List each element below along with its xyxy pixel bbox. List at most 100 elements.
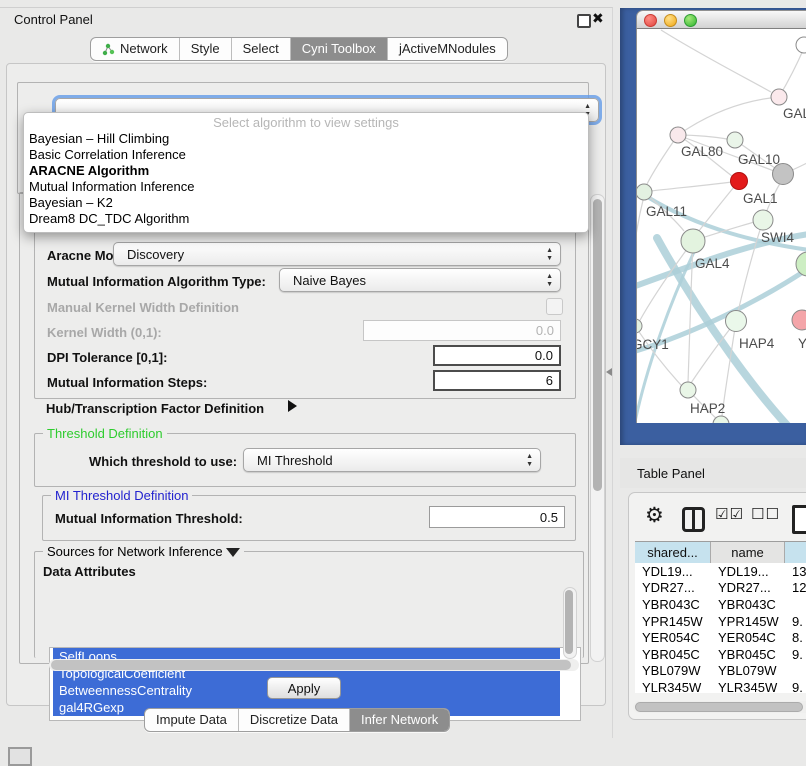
network-view-canvas[interactable]: GALGAL80GAL10GAL1GAL11SWI4GAL4GCY1HAP4YH…	[636, 29, 806, 423]
network-node-gal10[interactable]	[727, 132, 743, 148]
tab-style[interactable]: Style	[180, 38, 232, 60]
table-header-row: shared...name	[635, 541, 806, 564]
tab-cyni-toolbox[interactable]: Cyni Toolbox	[291, 38, 388, 60]
mi-type-value: Naive Bayes	[293, 273, 366, 288]
tab-discretize-data[interactable]: Discretize Data	[239, 709, 350, 731]
splitter-collapse-icon[interactable]	[606, 368, 612, 376]
network-node-hap2[interactable]	[680, 382, 696, 398]
attributes-vscrollbar[interactable]	[563, 587, 577, 659]
algorithm-option[interactable]: Bayesian – K2	[24, 195, 588, 211]
deselect-all-checks-icon[interactable]: ☐☐	[751, 505, 780, 523]
threshold-definition-title: Threshold Definition	[43, 426, 167, 441]
kernel-width-field[interactable]: 0.0	[363, 320, 561, 341]
network-node-gal80[interactable]	[670, 127, 686, 143]
network-node[interactable]	[796, 37, 806, 53]
network-node[interactable]	[796, 252, 806, 276]
control-panel-title: Control Panel	[14, 12, 93, 27]
table-row[interactable]: YLR345WYLR345W9.	[635, 679, 806, 693]
table-cell: YLR345W	[711, 680, 785, 693]
table-cell: YDL19...	[711, 564, 785, 579]
network-node-label: GAL4	[695, 256, 730, 271]
zoom-window-icon[interactable]	[684, 14, 697, 27]
column-header[interactable]: shared...	[635, 542, 711, 563]
algorithm-option[interactable]: Basic Correlation Inference	[24, 147, 588, 163]
gear-icon[interactable]: ⚙	[645, 503, 664, 528]
table-body[interactable]: YDL19...YDL19...13YDR27...YDR27...12YBR0…	[635, 563, 806, 693]
algorithm-option[interactable]: Bayesian – Hill Climbing	[24, 131, 588, 147]
tab-jactivemnodules[interactable]: jActiveMNodules	[388, 38, 507, 60]
algorithm-option[interactable]: Dream8 DC_TDC Algorithm	[24, 211, 588, 227]
aracne-mode-value: Discovery	[127, 247, 184, 262]
table-cell: YBR043C	[635, 597, 711, 612]
close-window-icon[interactable]	[644, 14, 657, 27]
algorithm-option[interactable]: Mutual Information Inference	[24, 179, 588, 195]
kernel-width-value: 0.0	[536, 323, 554, 338]
dpi-tolerance-field[interactable]: 0.0	[433, 345, 561, 366]
which-threshold-combo[interactable]: MI Threshold ▲▼	[243, 448, 541, 472]
table-row[interactable]: YDR27...YDR27...12	[635, 580, 806, 597]
network-node-gcy1[interactable]	[637, 319, 642, 333]
close-panel-icon[interactable]: ✖	[592, 10, 604, 27]
network-edge[interactable]	[661, 30, 771, 92]
network-window-titlebar[interactable]	[636, 10, 806, 29]
network-node-label: GAL80	[681, 144, 723, 159]
aracne-mode-combo[interactable]: Discovery ▲▼	[113, 242, 561, 266]
column-header[interactable]: name	[711, 542, 785, 563]
float-panel-icon[interactable]	[577, 14, 591, 28]
export-table-icon[interactable]	[792, 505, 806, 534]
network-node-label: GAL10	[738, 152, 780, 167]
algorithm-option[interactable]: ARACNE Algorithm	[24, 163, 588, 179]
network-edge[interactable]	[637, 196, 644, 320]
table-row[interactable]: YBR043CYBR043C	[635, 596, 806, 613]
mi-threshold-label: Mutual Information Threshold:	[55, 511, 243, 526]
table-cell: YER054C	[635, 630, 711, 645]
expander-collapsed-icon[interactable]	[288, 400, 297, 412]
tab-impute-data[interactable]: Impute Data	[145, 709, 239, 731]
cyni-algorithm-settings-group: Cyni Algorithm Settings Algorithm Defini…	[19, 192, 589, 664]
select-all-checks-icon[interactable]: ☑☑	[715, 505, 744, 523]
dpi-tolerance-value: 0.0	[535, 348, 553, 363]
tab-infer-network[interactable]: Infer Network	[350, 709, 449, 731]
columns-icon[interactable]	[682, 507, 705, 532]
mi-threshold-field[interactable]: 0.5	[429, 506, 565, 528]
network-edge[interactable]	[698, 181, 739, 232]
manual-kernel-checkbox[interactable]	[546, 298, 563, 315]
network-node-label: HAP4	[739, 336, 775, 351]
minimize-window-icon[interactable]	[664, 14, 677, 27]
network-edge[interactable]	[678, 97, 779, 135]
network-node-swi4[interactable]	[753, 210, 773, 230]
threshold-definition-group: Threshold Definition Which threshold to …	[34, 433, 576, 487]
apply-button[interactable]: Apply	[267, 677, 341, 699]
table-row[interactable]: YPR145WYPR145W9.	[635, 613, 806, 630]
network-node-gal4[interactable]	[681, 229, 705, 253]
column-header[interactable]	[785, 542, 806, 563]
manual-kernel-label: Manual Kernel Width Definition	[47, 300, 239, 315]
network-node-y[interactable]	[792, 310, 806, 330]
table-cell: 8.	[785, 630, 806, 645]
network-node-gal[interactable]	[771, 89, 787, 105]
table-hscrollbar[interactable]	[633, 701, 806, 713]
network-edge[interactable]	[646, 135, 678, 186]
combo-arrows-icon: ▲▼	[546, 273, 553, 289]
hub-expander-label[interactable]: Hub/Transcription Factor Definition	[46, 401, 264, 416]
table-cell: 9.	[785, 680, 806, 693]
tab-network[interactable]: Network	[91, 38, 180, 60]
algorithm-dropdown-prompt: Select algorithm to view settings	[24, 115, 588, 131]
expander-expanded-icon[interactable]	[226, 548, 240, 557]
attributes-hscrollbar[interactable]	[49, 659, 579, 671]
tab-select[interactable]: Select	[232, 38, 291, 60]
dock-panel-icon[interactable]	[8, 747, 32, 766]
network-node-hap4[interactable]	[726, 311, 747, 332]
network-node-gal11[interactable]	[637, 184, 652, 200]
top-tab-bar: NetworkStyleSelectCyni ToolboxjActiveMNo…	[90, 37, 508, 61]
table-row[interactable]: YER054CYER054C8.	[635, 629, 806, 646]
table-row[interactable]: YDL19...YDL19...13	[635, 563, 806, 580]
mi-threshold-group: MI Threshold Definition Mutual Informati…	[42, 495, 576, 541]
mi-type-combo[interactable]: Naive Bayes ▲▼	[279, 268, 561, 292]
network-node-gal1[interactable]	[731, 173, 748, 190]
settings-vscrollbar[interactable]	[590, 194, 605, 662]
table-row[interactable]: YBR045CYBR045C9.	[635, 646, 806, 663]
network-edge[interactable]	[651, 181, 739, 191]
table-row[interactable]: YBL079WYBL079W	[635, 663, 806, 680]
mi-steps-field[interactable]: 6	[433, 370, 561, 391]
